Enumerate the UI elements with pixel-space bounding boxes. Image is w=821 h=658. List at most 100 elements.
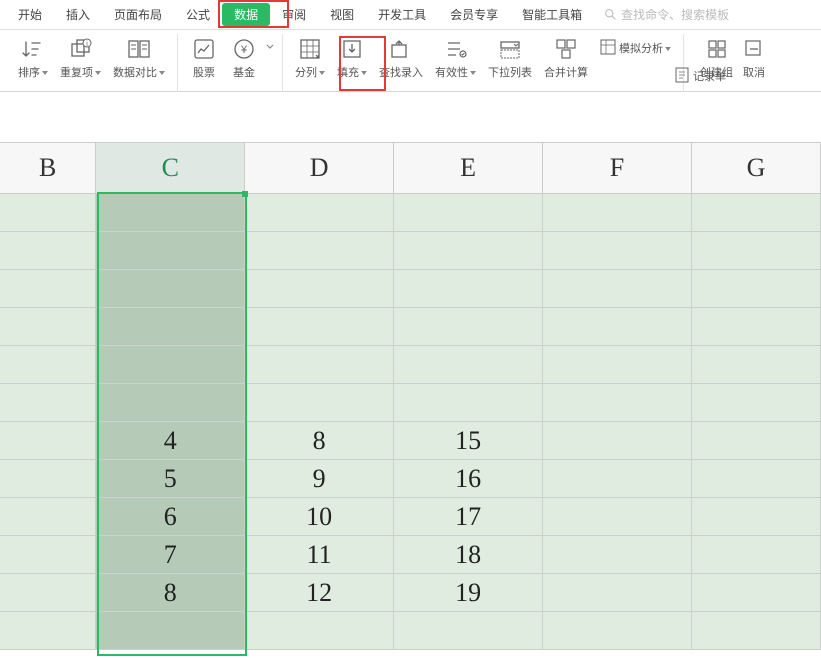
cell[interactable]: 6 [96,498,245,536]
col-header-f[interactable]: F [543,142,692,194]
cell[interactable] [692,346,821,384]
cell[interactable] [394,232,543,270]
cell[interactable] [692,536,821,574]
tab-formula[interactable]: 公式 [174,2,222,27]
split-columns-button[interactable]: 分列 [289,34,331,88]
cell[interactable] [96,384,245,422]
datatypes-more[interactable] [264,34,276,88]
dropdown-button[interactable]: 下拉列表 [482,34,538,88]
cell[interactable] [0,536,96,574]
cell[interactable] [245,232,394,270]
cell[interactable] [543,612,692,650]
table-row[interactable] [0,308,821,346]
col-header-d[interactable]: D [245,142,394,194]
col-header-e[interactable]: E [394,142,543,194]
cell[interactable] [692,422,821,460]
cell[interactable] [543,384,692,422]
cell[interactable] [0,194,96,232]
cell[interactable] [0,346,96,384]
cell[interactable] [245,612,394,650]
cell[interactable] [692,194,821,232]
table-row[interactable]: 7 11 18 [0,536,821,574]
stock-button[interactable]: 股票 [184,34,224,88]
tab-review[interactable]: 审阅 [270,2,318,27]
compare-button[interactable]: 数据对比 [107,34,171,88]
tab-layout[interactable]: 页面布局 [102,2,174,27]
table-row[interactable]: 8 12 19 [0,574,821,612]
whatif-button[interactable]: 模拟分析 [594,34,677,62]
cell[interactable] [692,498,821,536]
cell[interactable] [245,308,394,346]
table-row[interactable] [0,346,821,384]
grid[interactable]: 4 8 15 5 9 16 6 10 17 7 11 18 [0,194,821,650]
cell[interactable] [543,574,692,612]
cancel-group-button[interactable]: 取消 [739,34,769,88]
table-row[interactable]: 5 9 16 [0,460,821,498]
cell[interactable] [96,194,245,232]
cell[interactable] [96,232,245,270]
cell[interactable] [543,346,692,384]
col-header-c[interactable]: C [96,142,245,194]
col-header-b[interactable]: B [0,142,96,194]
cell[interactable]: 5 [96,460,245,498]
cell[interactable] [0,232,96,270]
cell[interactable]: 19 [394,574,543,612]
cell[interactable] [394,270,543,308]
cell[interactable] [692,574,821,612]
cell[interactable] [245,384,394,422]
table-row[interactable]: 6 10 17 [0,498,821,536]
cell[interactable] [0,460,96,498]
cell[interactable] [245,194,394,232]
cell[interactable] [394,194,543,232]
cell[interactable] [692,308,821,346]
cell[interactable] [543,270,692,308]
sort-button[interactable]: 排序 [12,34,54,88]
cell[interactable] [692,460,821,498]
cell[interactable] [543,308,692,346]
fill-button[interactable]: 填充 [331,34,373,88]
cell[interactable]: 4 [96,422,245,460]
cell[interactable]: 12 [245,574,394,612]
tab-member[interactable]: 会员专享 [438,2,510,27]
cell[interactable] [543,422,692,460]
cell[interactable] [245,346,394,384]
cell[interactable]: 9 [245,460,394,498]
cell[interactable]: 17 [394,498,543,536]
cell[interactable]: 15 [394,422,543,460]
cell[interactable] [0,498,96,536]
dedup-button[interactable]: i 重复项 [54,34,107,88]
cell[interactable]: 7 [96,536,245,574]
tab-smart[interactable]: 智能工具箱 [510,2,594,27]
tab-data[interactable]: 数据 [222,3,270,26]
sheet-area[interactable]: B C D E F G [0,92,821,658]
cell[interactable] [394,384,543,422]
consolidate-button[interactable]: 合并计算 [538,34,594,88]
table-row[interactable] [0,270,821,308]
table-row[interactable] [0,194,821,232]
cell[interactable] [96,270,245,308]
tab-start[interactable]: 开始 [6,2,54,27]
cell[interactable] [543,232,692,270]
table-row[interactable]: 4 8 15 [0,422,821,460]
cell[interactable] [0,384,96,422]
cell[interactable]: 11 [245,536,394,574]
cell[interactable] [96,346,245,384]
cell[interactable] [394,308,543,346]
cell[interactable] [543,498,692,536]
table-row[interactable] [0,232,821,270]
cell[interactable] [0,574,96,612]
cell[interactable] [543,536,692,574]
cell[interactable]: 10 [245,498,394,536]
cell[interactable]: 8 [96,574,245,612]
cell[interactable]: 16 [394,460,543,498]
cell[interactable] [0,422,96,460]
form-button[interactable]: 记录单 [668,62,732,90]
cell[interactable] [96,612,245,650]
cell[interactable] [0,270,96,308]
cell[interactable] [394,346,543,384]
cell[interactable] [0,612,96,650]
cell[interactable] [96,308,245,346]
table-row[interactable] [0,612,821,650]
cell[interactable]: 8 [245,422,394,460]
search-box[interactable]: 查找命令、搜索模板 [604,6,729,23]
